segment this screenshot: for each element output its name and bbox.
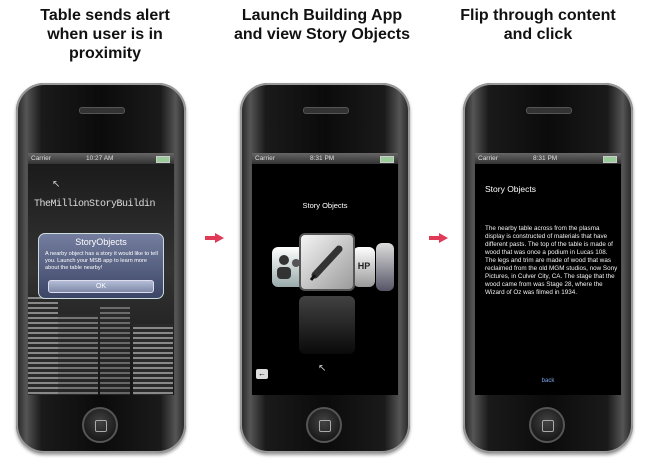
story-card-selected[interactable] xyxy=(299,233,355,291)
caption-line: when user is in xyxy=(47,26,163,43)
carrier-label: Carrier xyxy=(478,155,498,162)
status-bar: Carrier 8:31 PM xyxy=(475,153,621,164)
screen-title: Story Objects xyxy=(485,184,537,194)
home-button[interactable] xyxy=(82,407,118,443)
story-card-edge[interactable] xyxy=(376,243,394,291)
back-link[interactable]: back xyxy=(475,378,621,384)
alert-dialog: StoryObjects A nearby object has a story… xyxy=(38,233,164,299)
story-paragraph: The legs and trim are made of wood that … xyxy=(485,257,618,296)
clock-label: 10:27 AM xyxy=(86,155,114,162)
phone-screen: Carrier 8:31 PM Story Objects The nearby… xyxy=(475,153,621,395)
caption-line: and view Story Objects xyxy=(233,26,411,43)
screen-title: Story Objects xyxy=(302,201,348,210)
step2-caption: Launch Building App and view Story Objec… xyxy=(222,6,422,44)
caption-line: Flip through content xyxy=(460,7,616,24)
speaker-grille xyxy=(526,107,572,114)
back-arrow-icon[interactable]: ← xyxy=(256,369,268,379)
home-button[interactable] xyxy=(529,407,565,443)
right-arrow-icon xyxy=(205,233,225,243)
alert-title: StoryObjects xyxy=(75,237,127,247)
home-button[interactable] xyxy=(306,407,342,443)
speaker-grille xyxy=(303,107,349,114)
phone-screen: Carrier 8:31 PM Story Objects HP ↖ ← xyxy=(252,153,398,395)
status-bar: Carrier 8:31 PM xyxy=(252,153,398,164)
brand-logo-text: TheMillionStoryBuildin xyxy=(34,199,156,210)
phone-story-objects: Carrier 8:31 PM Story Objects HP ↖ ← xyxy=(240,83,410,453)
battery-icon xyxy=(156,156,170,163)
phone-story-content: Carrier 8:31 PM Story Objects The nearby… xyxy=(463,83,633,453)
phone-screen: Carrier 10:27 AM ↖ TheMillionStoryBuildi… xyxy=(28,153,174,395)
caption-line: Table sends alert xyxy=(40,7,170,24)
story-card-hp[interactable]: HP xyxy=(353,247,375,287)
card-reflection xyxy=(299,296,355,354)
step1-caption: Table sends alert when user is in proxim… xyxy=(10,6,200,63)
pen-icon xyxy=(309,245,343,281)
right-arrow-icon xyxy=(429,233,449,243)
alert-message: A nearby object has a story it would lik… xyxy=(45,251,158,271)
cursor-icon: ↖ xyxy=(52,179,61,190)
caption-line: Launch Building App xyxy=(241,7,403,24)
speaker-grille xyxy=(79,107,125,114)
step3-caption: Flip through content and click xyxy=(438,6,638,44)
battery-icon xyxy=(380,156,394,163)
carrier-label: Carrier xyxy=(255,155,275,162)
cursor-icon: ↖ xyxy=(318,363,327,374)
phone-alert: Carrier 10:27 AM ↖ TheMillionStoryBuildi… xyxy=(16,83,186,453)
clock-label: 8:31 PM xyxy=(533,155,558,162)
clock-label: 8:31 PM xyxy=(310,155,335,162)
ok-button[interactable]: OK xyxy=(48,280,154,293)
story-paragraph: The nearby table across from the plasma … xyxy=(485,225,613,256)
caption-line: and click xyxy=(503,26,573,43)
status-bar: Carrier 10:27 AM xyxy=(28,153,174,164)
battery-icon xyxy=(603,156,617,163)
card-label: HP xyxy=(357,261,371,271)
carrier-label: Carrier xyxy=(31,155,51,162)
story-text: The nearby table across from the plasma … xyxy=(485,225,619,297)
caption-line: proximity xyxy=(68,45,141,62)
